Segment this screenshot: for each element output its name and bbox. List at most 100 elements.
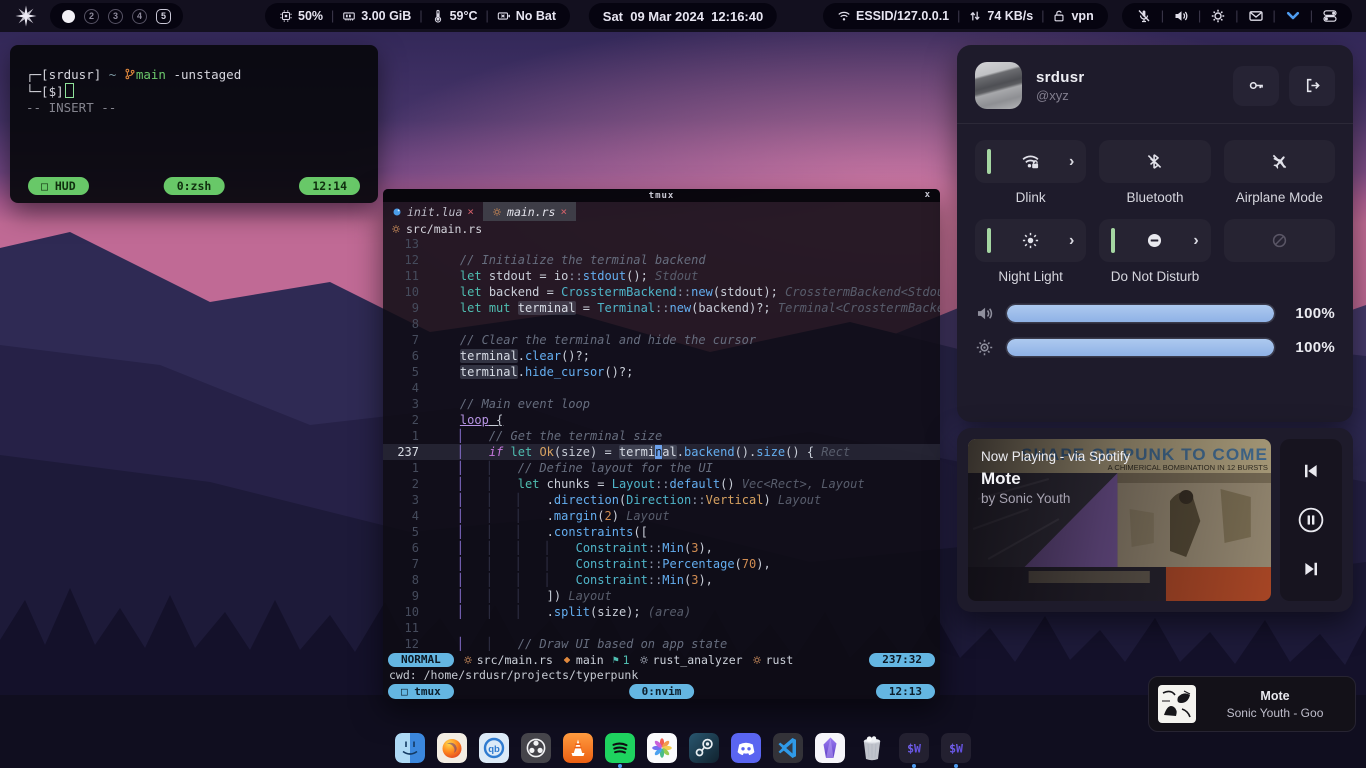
prompt-user: srdusr: [49, 67, 94, 82]
code-line: 9 ▏ ▏ ▏ ]) Layout: [383, 588, 940, 604]
battery-none-icon: [497, 9, 511, 23]
mail-button[interactable]: [1248, 8, 1264, 24]
dock-discord[interactable]: [731, 733, 761, 763]
tmux-window-nvim[interactable]: 0:nvim: [629, 684, 695, 699]
separator: |: [331, 9, 334, 23]
line-number: 8: [383, 316, 431, 332]
dock-sw-2[interactable]: $W: [941, 733, 971, 763]
workspace-2[interactable]: 2: [84, 9, 99, 24]
brightness-slider[interactable]: [1007, 339, 1274, 356]
chevron-down-button[interactable]: [1285, 8, 1301, 24]
line-number: 8: [383, 572, 431, 588]
chevron-right-icon[interactable]: ›: [1193, 233, 1198, 249]
notification-popup[interactable]: Mote Sonic Youth - Goo: [1148, 676, 1356, 732]
toggle-night-light[interactable]: ›: [975, 219, 1086, 262]
tab-close-button[interactable]: ×: [560, 205, 567, 218]
volume-button[interactable]: [1173, 8, 1189, 24]
code-line: 2 loop {: [383, 412, 940, 428]
toggle-label: Do Not Disturb: [1099, 269, 1210, 285]
code-line: 8: [383, 316, 940, 332]
workspace-3[interactable]: 3: [108, 9, 123, 24]
window-close-button[interactable]: x: [925, 189, 931, 202]
tmux-session[interactable]: □ tmux: [388, 684, 454, 699]
tab-init.lua[interactable]: init.lua×: [383, 202, 483, 221]
toggle-airplane-mode[interactable]: [1224, 140, 1335, 183]
code-line: 1 ▏ ▏ // Define layout for the UI: [383, 460, 940, 476]
dock-finder[interactable]: [395, 733, 425, 763]
tab-close-button[interactable]: ×: [467, 205, 474, 218]
code-line: 5 terminal.hide_cursor()?;: [383, 364, 940, 380]
gear-icon: [639, 655, 649, 665]
finder-icon: [395, 733, 425, 763]
dock-spotify[interactable]: [605, 733, 635, 763]
dock-vscode[interactable]: [773, 733, 803, 763]
dock-firefox[interactable]: [437, 733, 467, 763]
previous-button[interactable]: [1298, 458, 1324, 484]
dock-qbittorrent[interactable]: qb: [479, 733, 509, 763]
line-number: 5: [383, 364, 431, 380]
toggle-blank[interactable]: [1224, 219, 1335, 262]
line-text: [431, 316, 940, 332]
git-status: -unstaged: [166, 67, 241, 82]
tmux-session-name[interactable]: □ HUD: [28, 177, 89, 195]
dock-photos[interactable]: [647, 733, 677, 763]
tab-main.rs[interactable]: main.rs×: [483, 202, 576, 221]
winbar: src/main.rs: [383, 221, 940, 236]
toggle-bluetooth[interactable]: [1099, 140, 1210, 183]
line-text: loop {: [431, 412, 940, 428]
statusline-filetype: rust: [752, 653, 794, 667]
rust-icon: [463, 655, 473, 665]
media-caption: Now Playing - via Spotify: [981, 449, 1130, 464]
toggle-dlink[interactable]: ›: [975, 140, 1086, 183]
separator: |: [1273, 9, 1276, 23]
tmux-window-zsh[interactable]: 0:zsh: [164, 177, 225, 195]
dock-sw-1[interactable]: $W: [899, 733, 929, 763]
line-number: 2: [383, 476, 431, 492]
code-line: 4: [383, 380, 940, 396]
workspace-5[interactable]: 5: [156, 9, 171, 24]
separator: |: [1198, 9, 1201, 23]
workspace-4[interactable]: 4: [132, 9, 147, 24]
line-text: [431, 380, 940, 396]
slider-fill: [1007, 305, 1274, 322]
dock-vlc[interactable]: [563, 733, 593, 763]
toggle-cell-airplane-mode: Airplane Mode: [1224, 140, 1335, 219]
mic-muted-button[interactable]: [1136, 8, 1152, 24]
launcher-logo-icon[interactable]: [14, 4, 38, 28]
logout-button[interactable]: [1289, 66, 1335, 106]
system-stats-widget: 50%|3.00 GiB|59°C|No Bat: [265, 3, 570, 29]
updown-icon: [968, 9, 982, 23]
line-number: 9: [383, 588, 431, 604]
line-text: ▏ ▏ ▏ .split(size); (area): [431, 604, 940, 620]
rust-lang-icon: [752, 655, 762, 665]
vim-mode-indicator: NORMAL: [388, 653, 454, 667]
divider: [957, 123, 1353, 124]
line-number: 1: [383, 428, 431, 444]
code-line: 3 // Main event loop: [383, 396, 940, 412]
tmux-nvim-window: tmux x init.lua×main.rs× src/main.rs 131…: [383, 189, 940, 699]
wifi-item: ESSID/127.0.0.1: [837, 9, 949, 23]
chevron-right-icon[interactable]: ›: [1069, 154, 1074, 170]
dock-steam[interactable]: [689, 733, 719, 763]
dock-trash[interactable]: [857, 733, 887, 763]
dock-obs[interactable]: [521, 733, 551, 763]
lua-file-icon: [392, 207, 402, 217]
dock-obsidian[interactable]: [815, 733, 845, 763]
svg-text:$W: $W: [907, 742, 921, 756]
code-line: 2 ▏ ▏ let chunks = Layout::default() Vec…: [383, 476, 940, 492]
next-button[interactable]: [1298, 556, 1324, 582]
settings-button[interactable]: [1210, 8, 1226, 24]
clock-widget[interactable]: Sat 09 Mar 2024 12:16:40: [589, 3, 777, 29]
toggle-do-not-disturb[interactable]: ›: [1099, 219, 1210, 262]
statusline-file: src/main.rs: [463, 653, 553, 667]
code-line: 11: [383, 620, 940, 636]
lock-open-icon: [1052, 9, 1066, 23]
key-button[interactable]: [1233, 66, 1279, 106]
window-titlebar[interactable]: tmux x: [383, 189, 940, 202]
running-indicator: [954, 764, 958, 768]
pause-button[interactable]: [1298, 507, 1324, 533]
chevron-right-icon[interactable]: ›: [1069, 233, 1074, 249]
workspace-1[interactable]: [62, 10, 75, 23]
volume-slider[interactable]: [1007, 305, 1274, 322]
toggles-button[interactable]: [1322, 8, 1338, 24]
